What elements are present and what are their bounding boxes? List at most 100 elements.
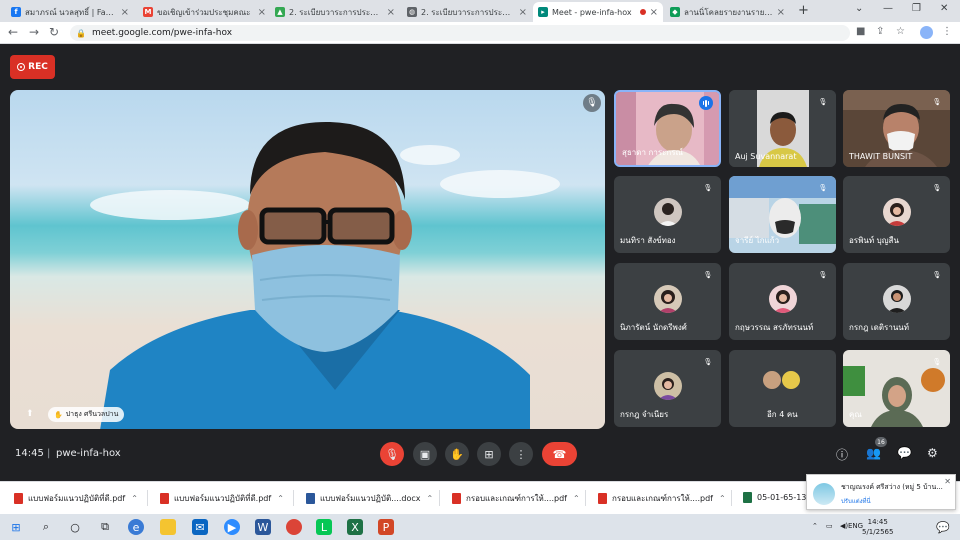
excel-file-icon [743, 492, 752, 503]
mail-icon[interactable]: ✉ [192, 519, 208, 535]
profile-avatar[interactable] [920, 26, 933, 39]
close-icon[interactable]: × [121, 7, 129, 18]
tab-drive[interactable]: ▲ 2. ระเบียบวาระการประชุมคณะ × [270, 2, 400, 22]
participant-tile[interactable]: 🎙 Auj Suvannarat [729, 90, 836, 167]
download-item[interactable]: แบบฟอร์มแนวปฏิบัติที่ดี.pdf ⌃ [160, 492, 284, 505]
close-icon[interactable]: × [258, 7, 266, 18]
recording-badge: REC [10, 55, 55, 79]
download-item[interactable]: แบบฟอร์มแนวปฏิบัติที่ดี.pdf ⌃ [14, 492, 138, 505]
participant-tile-self[interactable]: 🎙 คุณ [843, 350, 950, 427]
word-icon[interactable]: W [255, 519, 271, 535]
reload-icon[interactable]: ↻ [49, 25, 59, 39]
network-icon[interactable]: ▭ [826, 522, 833, 530]
download-filename: กรอบและเกณฑ์การให้....pdf [612, 494, 713, 503]
volume-icon[interactable]: ◀) [840, 522, 848, 530]
line-icon[interactable]: L [316, 519, 332, 535]
pdf-file-icon [452, 493, 461, 504]
hand-icon: ✋ [54, 410, 63, 419]
notifications-icon[interactable]: 💬 [935, 519, 951, 535]
task-view-icon[interactable]: ⧉ [97, 519, 113, 535]
chevron-up-icon[interactable]: ⌃ [573, 494, 580, 503]
tab-gmail[interactable]: M ขอเชิญเข้าร่วมประชุมคณะ × [138, 2, 271, 22]
download-item[interactable]: กรอบและเกณฑ์การให้....pdf ⌃ [452, 492, 580, 505]
close-icon[interactable]: × [519, 7, 527, 18]
record-icon [17, 63, 26, 71]
chevron-up-icon[interactable]: ⌃ [719, 494, 726, 503]
cortana-icon[interactable]: ○ [67, 519, 83, 535]
minimize-icon[interactable]: — [883, 3, 893, 14]
close-icon[interactable]: ✕ [944, 477, 951, 486]
menu-icon[interactable]: ⋮ [942, 26, 952, 37]
recording-dot-icon [639, 9, 646, 15]
participant-tile[interactable]: 🎙 จารีย์ ไกแก้ว [729, 176, 836, 253]
presenter-name: ปาธุง ศรีนวลปาน [65, 410, 119, 418]
presenter-name-pill: ✋ ปาธุง ศรีนวลปาน [48, 407, 125, 422]
new-tab-button[interactable]: + [798, 3, 809, 18]
pin-icon[interactable]: ⬆ [26, 409, 34, 419]
edge-icon[interactable]: e [128, 519, 144, 535]
camera-toggle-button[interactable]: ▣ [413, 442, 437, 466]
tab-meet[interactable]: ▸ Meet - pwe-infa-hox × [533, 2, 663, 22]
avatar [769, 285, 797, 313]
excel-icon[interactable]: X [347, 519, 363, 535]
tab-search-icon[interactable]: ⌄ [855, 3, 863, 14]
camera-icon[interactable]: ■ [856, 26, 865, 37]
bookmark-star-icon[interactable]: ☆ [896, 26, 905, 37]
chevron-up-icon[interactable]: ⌃ [131, 494, 138, 503]
raise-hand-button[interactable]: ✋ [445, 442, 469, 466]
chevron-up-icon[interactable]: ⌃ [277, 494, 284, 503]
language-indicator[interactable]: ENG [848, 522, 863, 530]
chevron-up-icon[interactable]: ⌃ [426, 494, 433, 503]
tray-chevron-icon[interactable]: ⌃ [812, 522, 818, 530]
participant-tile[interactable]: 🎙 กรกฎ จำเนียร [614, 350, 721, 427]
mic-off-icon: 🎙 [385, 447, 399, 461]
meeting-info-icon[interactable]: ⓘ [836, 446, 848, 463]
close-window-icon[interactable]: ✕ [940, 3, 948, 14]
share-icon[interactable]: ⇪ [876, 26, 884, 37]
participant-tile[interactable]: 🎙 THAWIT BUNSIT [843, 90, 950, 167]
powerpoint-icon[interactable]: P [378, 519, 394, 535]
more-options-button[interactable]: ⋮ [509, 442, 533, 466]
download-item[interactable]: แบบฟอร์มแนวปฏิบัติ....docx ⌃ [306, 492, 433, 505]
present-screen-button[interactable]: ⊞ [477, 442, 501, 466]
tab-agenda[interactable]: ◍ 2. ระเบียบวาระการประชุมคณะ × [402, 2, 532, 22]
meeting-time: 14:45 [15, 448, 44, 459]
tab-report[interactable]: ◆ ลานนิ่โคลยรายงานรายชื่อนักศึก × [665, 2, 790, 22]
chrome-icon[interactable] [286, 519, 302, 535]
zoom-icon[interactable]: ▶ [224, 519, 240, 535]
forward-icon[interactable]: → [29, 25, 39, 39]
notification-toast[interactable]: ชาญณรงค์ ศรีสว่าง (หมู่ 5 บ้าน... ปรับแต… [806, 474, 956, 510]
close-icon[interactable]: × [777, 7, 785, 18]
tab-facebook[interactable]: f สมาภรณ์ นวลสุทธิ์ | Facebook × [6, 2, 134, 22]
download-filename: แบบฟอร์มแนวปฏิบัติที่ดี.pdf [28, 494, 126, 503]
participant-tile[interactable]: 🎙 กฤษวรรณ สรภัทรนนท์ [729, 263, 836, 340]
search-icon[interactable]: ⌕ [38, 519, 54, 535]
windows-start-icon[interactable]: ⊞ [8, 519, 24, 535]
leave-call-button[interactable]: ☎ [542, 442, 577, 466]
url-field[interactable]: 🔒 meet.google.com/pwe-infa-hox [70, 25, 850, 41]
main-video-tile[interactable]: 🎙 ⬆ ✋ ปาธุง ศรีนวลปาน [10, 90, 605, 429]
file-explorer-icon[interactable] [160, 519, 176, 535]
drive-icon: ▲ [275, 7, 285, 17]
mic-toggle-button[interactable]: 🎙 [380, 442, 404, 466]
taskbar-clock[interactable]: 14:45 5/1/2565 [862, 517, 893, 537]
download-item[interactable]: กรอบและเกณฑ์การให้....pdf ⌃ [598, 492, 726, 505]
participant-tile[interactable]: สุธาดา การะกรณ์ [614, 90, 721, 167]
people-icon[interactable]: 👥 [866, 446, 881, 460]
participant-name: มนทิรา สังข์ทอง [620, 236, 676, 245]
maximize-icon[interactable]: ❐ [912, 3, 921, 14]
close-icon[interactable]: × [650, 7, 658, 18]
speaking-indicator-icon [699, 96, 713, 110]
mic-off-icon: 🎙 [932, 98, 942, 106]
participant-tile[interactable]: 🎙 นิภารัตน์ นักดรีพงศ์ [614, 263, 721, 340]
participant-tile[interactable]: 🎙 มนทิรา สังข์ทอง [614, 176, 721, 253]
participant-tile[interactable]: 🎙 กรกฎ เดติรานนท์ [843, 263, 950, 340]
activities-icon[interactable]: ⚙ [927, 446, 938, 460]
back-icon[interactable]: ← [8, 25, 18, 39]
participant-tile-more[interactable]: อีก 4 คน [729, 350, 836, 427]
participant-tile[interactable]: 🎙 อรพินท์ บุญสืน [843, 176, 950, 253]
mic-off-icon: 🎙 [818, 184, 828, 192]
chat-icon[interactable]: 💬 [897, 446, 912, 460]
notification-action[interactable]: ปรับแต่งที่นี่ [841, 496, 871, 506]
close-icon[interactable]: × [387, 7, 395, 18]
